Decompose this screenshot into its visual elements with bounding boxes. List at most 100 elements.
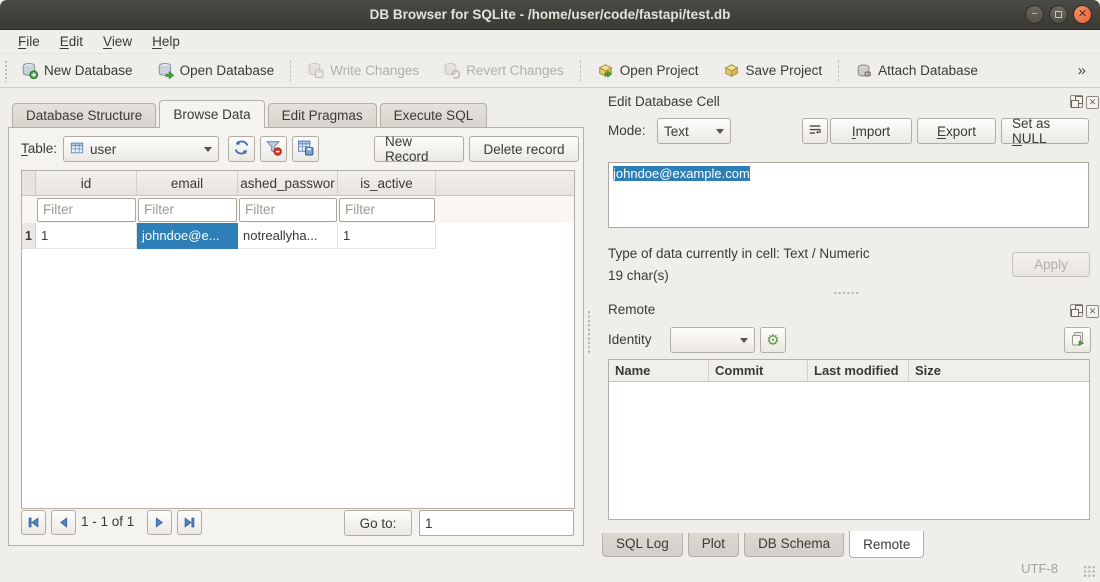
tab-edit-pragmas[interactable]: Edit Pragmas — [268, 103, 377, 128]
cell-editor-selected-text: johndoe@example.com — [613, 166, 750, 181]
cell-id[interactable]: 1 — [36, 223, 137, 249]
word-wrap-icon — [808, 123, 822, 140]
last-page-button[interactable] — [177, 510, 202, 535]
goto-input[interactable] — [419, 510, 574, 536]
new-database-icon — [21, 62, 38, 79]
cell-editor-textarea[interactable]: johndoe@example.com — [608, 162, 1089, 228]
remote-column-commit[interactable]: Commit — [709, 360, 808, 381]
cell-email-selected[interactable]: johndoe@e... — [137, 223, 238, 249]
remote-column-size[interactable]: Size — [909, 360, 1089, 381]
tab-remote[interactable]: Remote — [849, 531, 924, 558]
import-button[interactable]: Import — [830, 118, 912, 144]
table-label: Table: — [21, 141, 57, 156]
cell-is-active[interactable]: 1 — [338, 223, 436, 249]
edit-cell-float-button[interactable] — [1070, 93, 1083, 108]
clear-filters-button[interactable] — [260, 136, 287, 162]
attach-database-button[interactable]: Attach Database — [843, 54, 990, 87]
data-grid: id email ashed_passwor is_active 1 1 joh… — [21, 170, 575, 509]
window-title: DB Browser for SQLite - /home/user/code/… — [0, 7, 1100, 22]
table-selector[interactable]: user — [63, 136, 219, 162]
clone-db-icon — [1070, 331, 1086, 350]
filter-input-email[interactable] — [138, 198, 237, 222]
tab-database-structure[interactable]: Database Structure — [12, 103, 156, 128]
grid-corner-cell[interactable] — [22, 171, 36, 195]
column-header-id[interactable]: id — [36, 171, 137, 195]
tab-db-schema[interactable]: DB Schema — [744, 533, 844, 557]
toolbar-separator — [580, 60, 581, 82]
panel-splitter-handle[interactable] — [587, 310, 592, 354]
tab-plot[interactable]: Plot — [688, 533, 739, 557]
table-row: 1 1 johndoe@e... notreallyha... 1 — [22, 223, 574, 249]
resize-grip[interactable] — [1083, 565, 1096, 578]
identity-settings-button[interactable]: ⚙ — [760, 327, 786, 353]
write-changes-button: Write Changes — [295, 54, 431, 87]
export-table-button[interactable] — [292, 136, 319, 162]
main-tabbar: Database Structure Browse Data Edit Prag… — [12, 101, 490, 128]
first-page-button[interactable] — [21, 510, 46, 535]
filter-input-hashed-password[interactable] — [239, 198, 337, 222]
float-icon — [1073, 98, 1080, 105]
toolbar-separator — [290, 60, 291, 82]
new-database-button[interactable]: New Database — [9, 54, 145, 87]
chevron-down-icon — [204, 147, 212, 152]
remote-column-name[interactable]: Name — [609, 360, 709, 381]
menu-help[interactable]: Help — [142, 32, 190, 52]
minimize-button[interactable]: − — [1025, 5, 1044, 24]
row-number[interactable]: 1 — [22, 223, 36, 249]
titlebar[interactable]: DB Browser for SQLite - /home/user/code/… — [0, 0, 1100, 30]
open-project-icon — [597, 62, 614, 79]
dock-splitter-handle[interactable] — [833, 291, 859, 296]
toolbar-overflow-button[interactable]: » — [1064, 62, 1100, 79]
close-button[interactable]: ✕ — [1073, 5, 1092, 24]
close-icon: ✕ — [1086, 305, 1099, 318]
tab-sql-log[interactable]: SQL Log — [602, 533, 683, 557]
encoding-status: UTF-8 — [1021, 561, 1058, 576]
new-record-button[interactable]: New Record — [374, 136, 464, 162]
edit-cell-close-button[interactable]: ✕ — [1086, 93, 1099, 109]
identity-selector[interactable] — [670, 327, 755, 353]
mode-label: Mode: — [608, 123, 646, 138]
column-header-hashed-password[interactable]: ashed_passwor — [238, 171, 338, 195]
cell-type-info: Type of data currently in cell: Text / N… — [608, 246, 870, 261]
float-icon — [1073, 307, 1080, 314]
open-project-button[interactable]: Open Project — [585, 54, 711, 87]
open-database-icon — [157, 62, 174, 79]
toolbar-separator — [838, 60, 839, 82]
export-button[interactable]: Export — [917, 118, 996, 144]
refresh-icon — [233, 139, 250, 159]
set-as-null-button[interactable]: Set as NULL — [1001, 118, 1089, 144]
tab-browse-data[interactable]: Browse Data — [159, 100, 264, 128]
remote-column-last-modified[interactable]: Last modified — [808, 360, 909, 381]
clone-database-button[interactable] — [1064, 327, 1091, 353]
grid-filter-row — [22, 196, 574, 223]
browse-data-pane: Table: user New Record Delete record id — [8, 127, 584, 546]
cell-hashed-password[interactable]: notreallyha... — [238, 223, 338, 249]
goto-button[interactable]: Go to: — [344, 510, 412, 536]
filter-input-is-active[interactable] — [339, 198, 435, 222]
remote-close-button[interactable]: ✕ — [1086, 302, 1099, 318]
open-database-button[interactable]: Open Database — [145, 54, 287, 87]
mode-selector[interactable]: Text — [657, 118, 731, 144]
menu-view[interactable]: View — [93, 32, 142, 52]
tab-execute-sql[interactable]: Execute SQL — [380, 103, 488, 128]
next-page-button[interactable] — [147, 510, 172, 535]
remote-float-button[interactable] — [1070, 302, 1083, 317]
filter-input-id[interactable] — [37, 198, 136, 222]
column-header-email[interactable]: email — [137, 171, 238, 195]
bottom-dock-tabbar: SQL Log Plot DB Schema Remote — [602, 533, 929, 558]
delete-record-button[interactable]: Delete record — [469, 136, 579, 162]
save-project-button[interactable]: Save Project — [711, 54, 835, 87]
identity-label: Identity — [608, 332, 652, 347]
previous-page-button[interactable] — [51, 510, 76, 535]
maximize-icon — [1055, 11, 1062, 18]
menu-file[interactable]: File — [8, 32, 50, 52]
save-project-icon — [723, 62, 740, 79]
column-header-is-active[interactable]: is_active — [338, 171, 436, 195]
word-wrap-button[interactable] — [802, 118, 828, 144]
refresh-button[interactable] — [228, 136, 255, 162]
menu-edit[interactable]: Edit — [50, 32, 93, 52]
remote-dock-title: Remote — [608, 302, 655, 317]
remote-table-header: Name Commit Last modified Size — [609, 360, 1089, 382]
maximize-button[interactable] — [1049, 5, 1068, 24]
remote-file-table: Name Commit Last modified Size — [608, 359, 1090, 520]
